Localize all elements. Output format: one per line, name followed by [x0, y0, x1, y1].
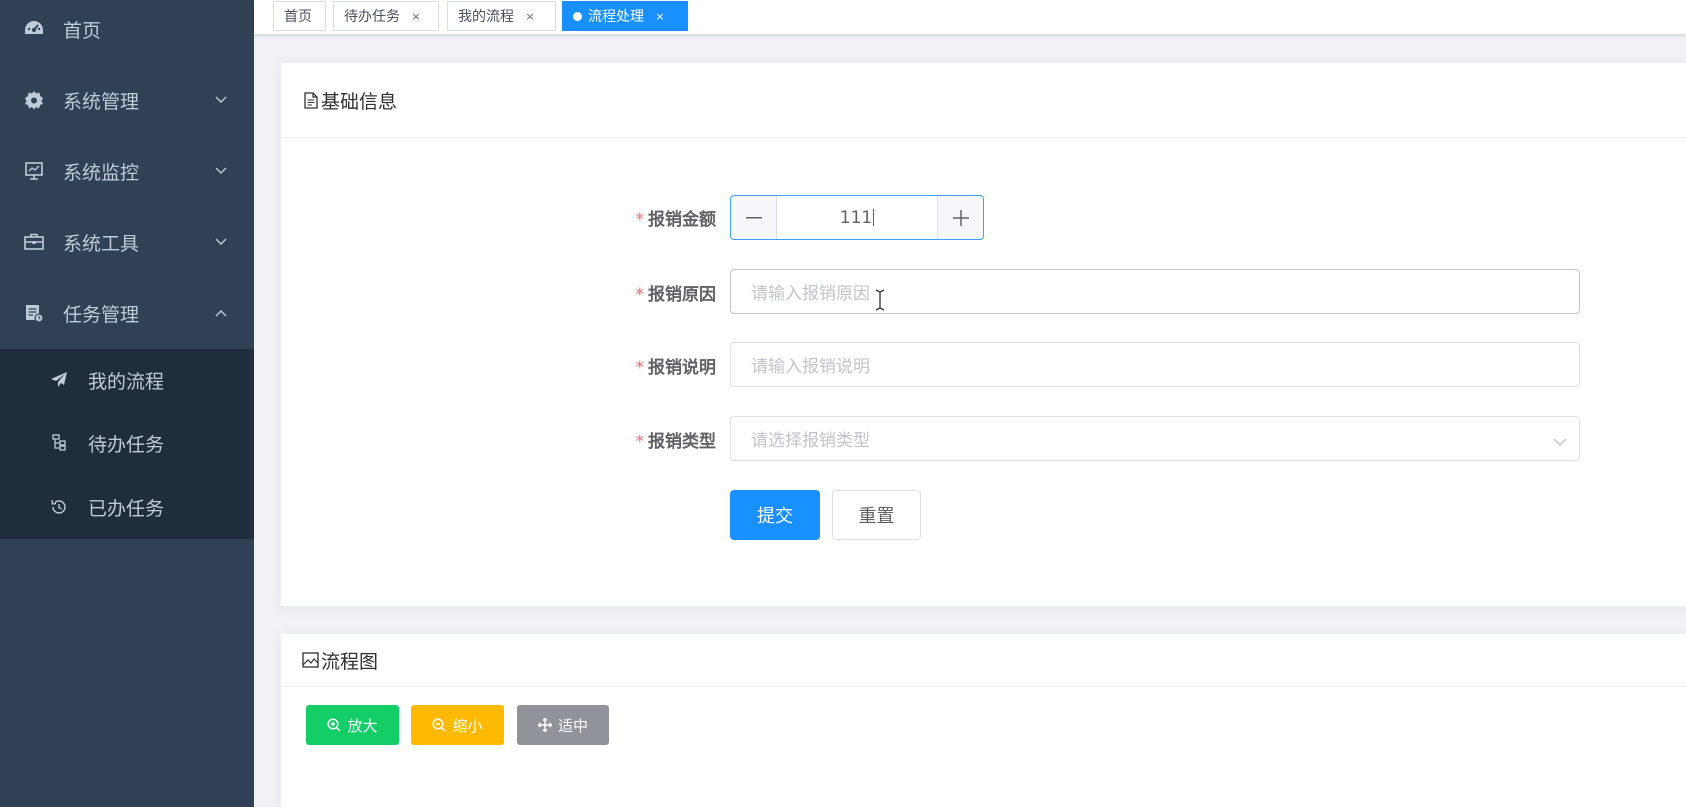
gear-icon: [24, 90, 44, 110]
fit-label: 适中: [557, 716, 588, 735]
basic-info-card: 基础信息: [280, 62, 1686, 607]
sidebar-item-label: 系统工具: [63, 232, 140, 255]
history-icon: [50, 498, 68, 516]
tag-process-handling[interactable]: 流程处理 ×: [562, 1, 688, 31]
submit-button[interactable]: 提交: [730, 490, 820, 540]
sidebar-item-label: 任务管理: [63, 303, 140, 326]
reset-label: 重置: [858, 506, 895, 527]
required-mark: *: [635, 285, 645, 305]
tree-icon: [50, 434, 68, 452]
tag-todo-tasks[interactable]: 待办任务 ×: [333, 1, 439, 31]
sidebar-item-label: 待办任务: [88, 433, 165, 456]
amount-label: * 报销金额: [576, 205, 717, 230]
tag-home[interactable]: 首页: [273, 1, 326, 31]
chevron-up-icon: [214, 306, 228, 320]
card-header: 流程图: [281, 634, 1686, 687]
sidebar-item-todo-tasks[interactable]: 待办任务: [0, 415, 254, 471]
minus-icon: [745, 216, 762, 218]
required-mark: *: [635, 358, 645, 378]
move-icon: [537, 718, 552, 732]
chevron-down-icon: [214, 235, 228, 249]
close-icon[interactable]: ×: [524, 10, 536, 23]
amount-value: 111: [839, 207, 873, 228]
tag-label: 首页: [284, 9, 312, 25]
description-input[interactable]: 请输入报销说明: [730, 342, 1580, 387]
type-label: * 报销类型: [576, 427, 717, 452]
required-mark: *: [635, 210, 645, 230]
zoom-out-label: 缩小: [452, 716, 483, 735]
required-mark: *: [635, 432, 645, 452]
amount-label-text: 报销金额: [648, 210, 716, 230]
chevron-down-icon: [214, 93, 228, 107]
tag-label: 待办任务: [344, 9, 400, 25]
close-icon[interactable]: ×: [410, 10, 422, 23]
reason-input[interactable]: 请输入报销原因: [730, 269, 1580, 314]
description-label-text: 报销说明: [648, 358, 716, 378]
description-label: * 报销说明: [576, 353, 717, 378]
zoom-in-icon: [327, 718, 342, 732]
tag-my-process[interactable]: 我的流程 ×: [447, 1, 556, 31]
type-label-text: 报销类型: [648, 432, 716, 452]
paper-plane-icon: [50, 371, 68, 389]
toolbox-icon: [24, 232, 44, 252]
zoom-in-button[interactable]: 放大: [306, 705, 399, 745]
amount-input[interactable]: 111: [777, 196, 937, 239]
tag-label: 我的流程: [458, 9, 514, 25]
close-icon[interactable]: ×: [654, 10, 666, 23]
mouse-cursor: [874, 289, 886, 311]
reset-button[interactable]: 重置: [832, 490, 921, 540]
type-placeholder: 请选择报销类型: [751, 431, 870, 451]
sidebar-item-system-management[interactable]: 系统管理: [0, 72, 254, 128]
sidebar-item-label: 系统监控: [63, 161, 140, 184]
sidebar-item-label: 我的流程: [88, 370, 165, 393]
zoom-out-button[interactable]: 缩小: [411, 705, 504, 745]
sidebar-item-system-monitor[interactable]: 系统监控: [0, 143, 254, 199]
sidebar-item-label: 已办任务: [88, 497, 165, 520]
document-icon: [302, 91, 319, 109]
zoom-in-label: 放大: [347, 716, 378, 735]
task-icon: [24, 303, 44, 323]
active-dot-icon: [573, 11, 582, 21]
tag-label: 流程处理: [588, 9, 644, 25]
submit-label: 提交: [757, 506, 793, 527]
chevron-down-icon: [214, 164, 228, 178]
increase-button[interactable]: [937, 196, 983, 239]
reason-placeholder: 请输入报销原因: [751, 284, 870, 304]
decrease-button[interactable]: [731, 196, 777, 239]
zoom-out-icon: [432, 718, 447, 732]
sidebar-item-my-process[interactable]: 我的流程: [0, 352, 254, 408]
reason-label: * 报销原因: [576, 280, 717, 305]
dashboard-icon: [24, 19, 44, 39]
tags-view: 首页 待办任务 × 我的流程 × 流程处理 ×: [254, 0, 1686, 35]
task-submenu: 我的流程 待办任务 已办任务: [0, 349, 254, 539]
reason-label-text: 报销原因: [648, 285, 716, 305]
fit-button[interactable]: 适中: [517, 705, 609, 745]
type-select[interactable]: 请选择报销类型: [730, 416, 1580, 461]
monitor-icon: [24, 161, 44, 181]
picture-icon: [302, 652, 319, 669]
description-placeholder: 请输入报销说明: [751, 357, 870, 377]
sidebar-item-system-tools[interactable]: 系统工具: [0, 214, 254, 270]
card-header: 基础信息: [281, 63, 1686, 138]
sidebar-item-done-tasks[interactable]: 已办任务: [0, 479, 254, 535]
sidebar-item-label: 系统管理: [63, 90, 140, 113]
card-title: 流程图: [321, 650, 379, 673]
sidebar-item-home[interactable]: 首页: [0, 1, 254, 57]
chevron-down-icon: [1553, 432, 1567, 446]
sidebar-item-task-management[interactable]: 任务管理: [0, 285, 254, 341]
sidebar-item-label: 首页: [63, 19, 102, 42]
sidebar: 首页 系统管理 系统监控 系统工具 任务管理 我的流程 待办任务 已办任务: [0, 0, 254, 807]
text-caret: [873, 209, 875, 226]
amount-stepper[interactable]: 111: [730, 195, 984, 240]
plus-icon: [952, 209, 969, 226]
card-title: 基础信息: [321, 90, 398, 113]
